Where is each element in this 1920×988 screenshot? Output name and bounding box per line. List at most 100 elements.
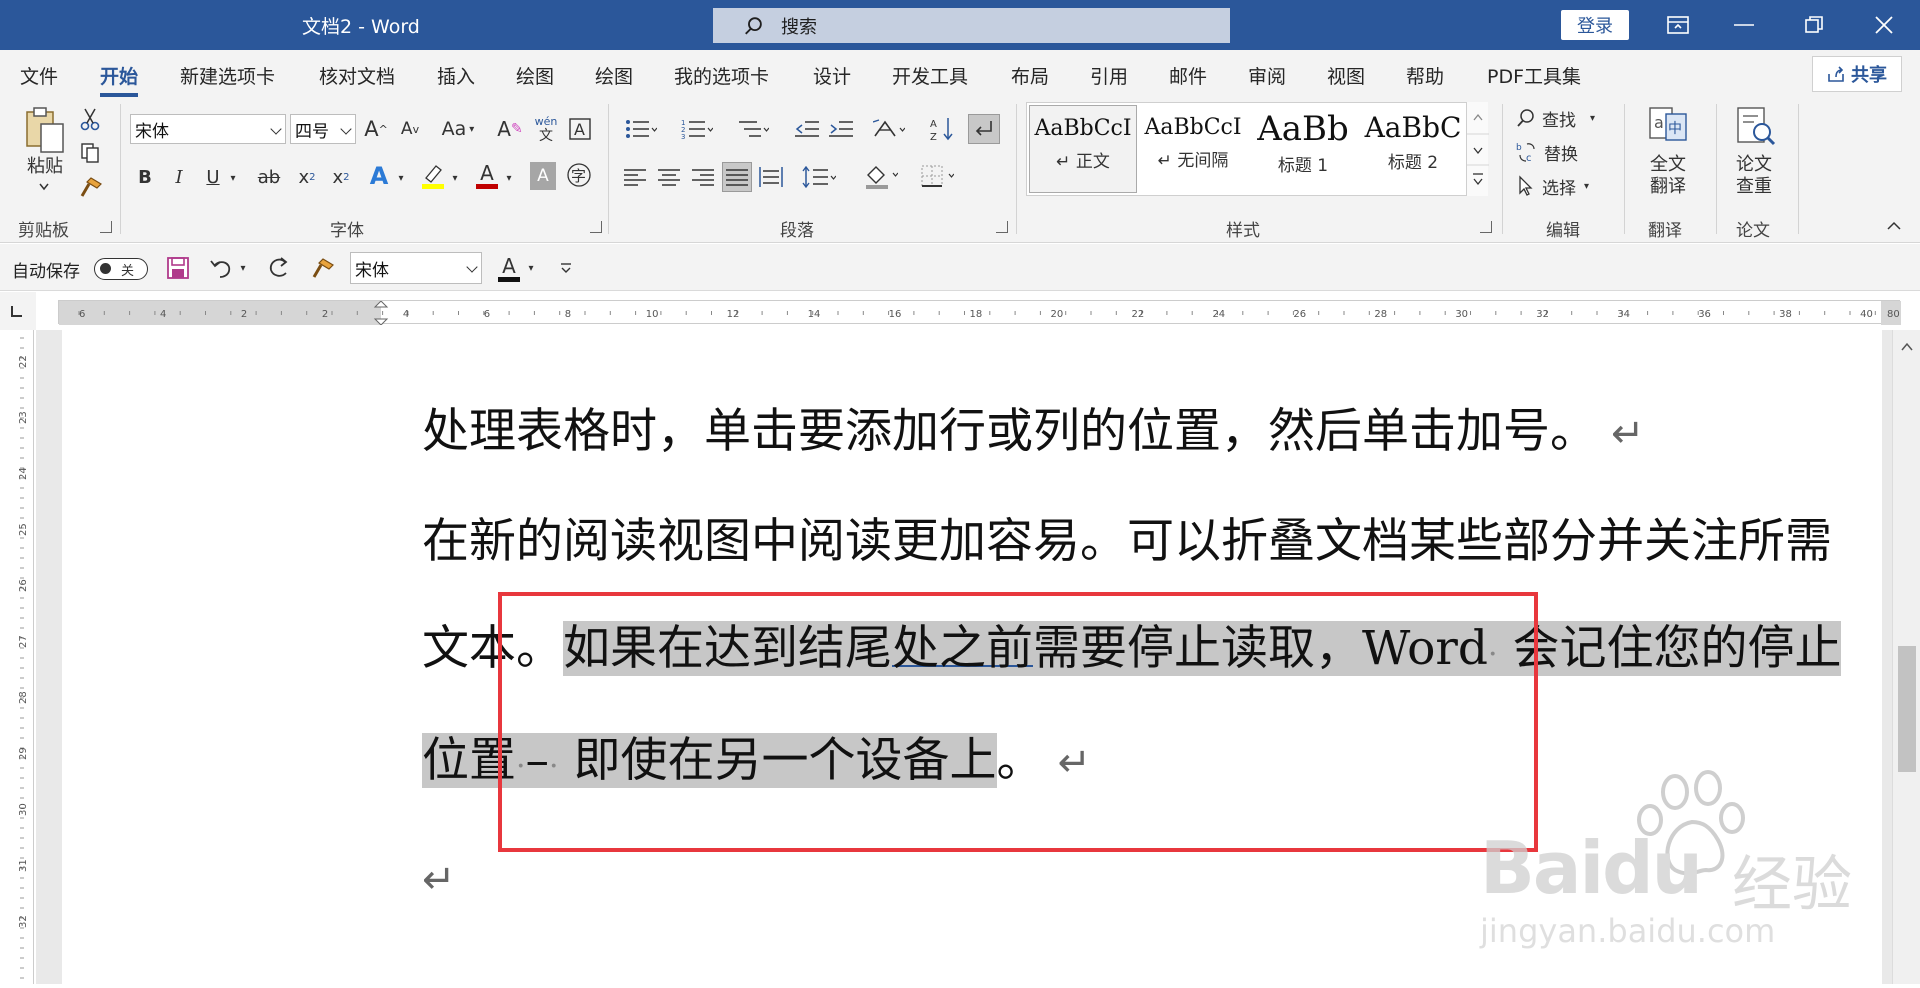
font-launcher-icon[interactable] <box>590 221 602 233</box>
tab-home[interactable]: 开始 <box>100 62 139 97</box>
change-case-icon[interactable]: Aa ▾ <box>436 114 480 144</box>
translate-label-1[interactable]: 全文 <box>1636 154 1700 176</box>
scroll-thumb[interactable] <box>1898 646 1916 772</box>
tab-pdf-tools[interactable]: PDF工具集 <box>1487 62 1581 89</box>
tab-proofread[interactable]: 核对文档 <box>319 62 395 89</box>
redo-icon[interactable] <box>264 254 294 282</box>
collapse-ribbon-icon[interactable] <box>1884 216 1904 236</box>
highlight-icon[interactable] <box>418 160 448 192</box>
qat-font-color-icon[interactable]: A <box>494 250 524 286</box>
format-painter-icon[interactable] <box>78 174 104 200</box>
paste-icon[interactable] <box>20 104 70 156</box>
tab-mailings[interactable]: 邮件 <box>1169 62 1207 89</box>
vertical-scrollbar[interactable] <box>1892 330 1920 984</box>
tab-review[interactable]: 审阅 <box>1248 62 1286 89</box>
phonetic-guide-icon[interactable]: wén 文 <box>532 112 560 146</box>
style-heading-1[interactable]: AaBb 标题 1 <box>1249 105 1357 193</box>
undo-icon[interactable] <box>206 254 236 282</box>
font-color-icon[interactable]: A <box>472 158 502 192</box>
underline-dropdown-icon[interactable]: ▾ <box>226 168 240 188</box>
scroll-up-icon[interactable] <box>1893 336 1920 356</box>
share-button[interactable]: 共享 <box>1812 56 1902 92</box>
text-effects-dropdown-icon[interactable]: ▾ <box>394 168 408 188</box>
clipboard-launcher-icon[interactable] <box>100 221 112 233</box>
copy-icon[interactable] <box>78 140 102 166</box>
font-name-combo[interactable]: 宋体 <box>130 114 286 144</box>
tab-insert[interactable]: 插入 <box>437 62 475 89</box>
tab-draw-2[interactable]: 绘图 <box>595 62 633 89</box>
tab-help[interactable]: 帮助 <box>1406 62 1444 89</box>
strikethrough-button[interactable]: ab <box>254 162 284 192</box>
qat-font-color-dropdown-icon[interactable]: ▾ <box>524 260 538 276</box>
align-right-icon[interactable] <box>688 162 718 192</box>
distributed-icon[interactable] <box>756 162 786 192</box>
subscript-button[interactable]: x2 <box>294 162 320 192</box>
tab-selector[interactable] <box>0 292 36 330</box>
character-shading-icon[interactable]: A <box>530 162 556 190</box>
style-no-spacing[interactable]: AaBbCcI ↵ 无间隔 <box>1139 105 1247 193</box>
superscript-button[interactable]: x2 <box>328 162 354 192</box>
search-box[interactable]: 搜索 <box>713 8 1230 43</box>
justify-icon[interactable] <box>722 162 752 192</box>
translate-icon[interactable]: a中 <box>1644 104 1692 148</box>
qat-font-combo[interactable]: 宋体 <box>350 252 482 284</box>
paragraph-launcher-icon[interactable] <box>996 221 1008 233</box>
align-left-icon[interactable] <box>620 162 650 192</box>
paste-label[interactable]: 粘贴 <box>20 156 70 178</box>
text-effects-icon[interactable]: A <box>364 160 394 192</box>
increase-indent-icon[interactable] <box>826 114 856 144</box>
thesis-label-2[interactable]: 查重 <box>1722 176 1786 198</box>
font-size-combo[interactable]: 四号 <box>290 114 356 144</box>
character-border-icon[interactable]: A <box>566 114 594 144</box>
tab-developer[interactable]: 开发工具 <box>892 62 968 89</box>
tab-new-tab[interactable]: 新建选项卡 <box>180 62 275 89</box>
bullets-icon[interactable] <box>618 114 664 144</box>
sort-icon[interactable]: AZ <box>928 114 958 144</box>
line-spacing-icon[interactable] <box>796 162 842 192</box>
undo-dropdown-icon[interactable]: ▾ <box>236 260 250 276</box>
tab-my-tab[interactable]: 我的选项卡 <box>674 62 769 89</box>
minimize-icon[interactable] <box>1726 8 1762 42</box>
cut-icon[interactable] <box>78 106 102 132</box>
empty-paragraph[interactable]: ↵ <box>422 850 456 905</box>
find-button[interactable]: 查找 ▾ <box>1516 104 1616 132</box>
translate-label-2[interactable]: 翻译 <box>1636 176 1700 198</box>
underline-button[interactable]: U <box>200 162 226 192</box>
style-normal[interactable]: AaBbCcI ↵ 正文 <box>1029 105 1137 193</box>
styles-gallery-scroll[interactable] <box>1466 102 1489 196</box>
tab-design[interactable]: 设计 <box>813 62 851 89</box>
decrease-indent-icon[interactable] <box>792 114 822 144</box>
chinese-layout-icon[interactable] <box>866 114 912 144</box>
customize-qat-icon[interactable] <box>556 258 576 278</box>
login-button[interactable]: 登录 <box>1561 10 1629 40</box>
thesis-check-icon[interactable] <box>1730 104 1780 150</box>
save-icon[interactable] <box>164 254 192 282</box>
borders-icon[interactable] <box>914 160 960 192</box>
close-icon[interactable] <box>1866 8 1902 42</box>
replace-button[interactable]: bc 替换 <box>1516 138 1616 166</box>
paragraph-line-2[interactable]: 在新的阅读视图中阅读更加容易。可以折叠文档某些部分并关注所需 <box>422 502 1832 571</box>
tab-view[interactable]: 视图 <box>1327 62 1365 89</box>
paste-dropdown-icon[interactable] <box>36 180 52 194</box>
multilevel-list-icon[interactable] <box>730 114 776 144</box>
restore-icon[interactable] <box>1796 8 1832 42</box>
ribbon-display-options-icon[interactable] <box>1660 8 1696 42</box>
tab-draw-1[interactable]: 绘图 <box>516 62 554 89</box>
tab-layout[interactable]: 布局 <box>1011 62 1049 89</box>
styles-launcher-icon[interactable] <box>1480 221 1492 233</box>
font-color-dropdown-icon[interactable]: ▾ <box>502 168 516 188</box>
style-heading-2[interactable]: AaBbC 标题 2 <box>1359 105 1467 193</box>
numbering-icon[interactable]: 123 <box>674 114 720 144</box>
horizontal-ruler[interactable]: 6 4 2 2 4 6 8 10 12 14 16 18 20 22 24 26 28 30 32 34 36 38 40 8… <box>58 300 1901 326</box>
shading-icon[interactable] <box>858 160 904 192</box>
highlight-dropdown-icon[interactable]: ▾ <box>448 168 462 188</box>
format-painter-icon[interactable] <box>308 254 338 282</box>
grow-font-icon[interactable]: A ^ <box>362 114 390 144</box>
autosave-toggle[interactable]: 关 <box>94 258 148 280</box>
vertical-ruler[interactable]: 22 23 24 25 26 27 28 29 30 31 32 <box>10 330 34 988</box>
shrink-font-icon[interactable]: Av <box>396 114 424 144</box>
enclose-characters-icon[interactable]: 字 <box>564 160 594 190</box>
italic-button[interactable]: I <box>166 162 192 192</box>
clear-formatting-icon[interactable]: A ✎ <box>496 114 524 144</box>
tab-references[interactable]: 引用 <box>1090 62 1128 89</box>
